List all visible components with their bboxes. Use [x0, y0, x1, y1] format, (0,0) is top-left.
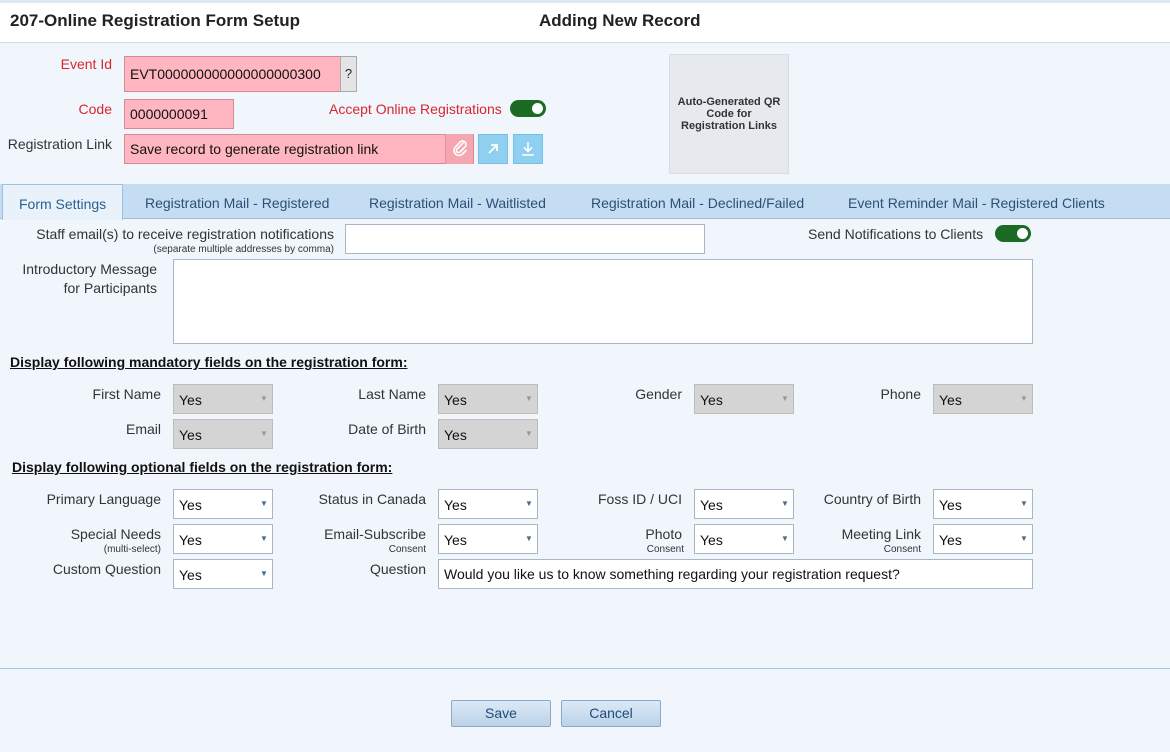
qr-code-text: Auto-Generated QR Code for Registration …: [677, 96, 781, 132]
registration-link-field[interactable]: Save record to generate registration lin…: [124, 134, 474, 164]
special-needs-sub: (multi-select): [103, 544, 161, 555]
first-name-label: First Name: [92, 386, 161, 402]
status-canada-label: Status in Canada: [318, 491, 426, 507]
chevron-down-icon: ▼: [525, 429, 533, 438]
registration-link-label: Registration Link: [7, 136, 112, 152]
select-value: Yes: [179, 427, 202, 443]
mandatory-heading: Display following mandatory fields on th…: [10, 354, 408, 370]
intro-message-label-2: for Participants: [63, 280, 157, 296]
chevron-down-icon: ▼: [260, 499, 268, 508]
accept-online-toggle[interactable]: [510, 100, 546, 117]
cancel-button[interactable]: Cancel: [561, 700, 661, 727]
email-subscribe-select[interactable]: Yes ▼: [438, 524, 538, 554]
app-title: 207-Online Registration Form Setup: [10, 11, 300, 30]
select-value: Yes: [939, 497, 962, 513]
tab-form-settings[interactable]: Form Settings: [2, 184, 124, 220]
gender-label: Gender: [635, 386, 682, 402]
event-id-help-button[interactable]: ?: [340, 56, 357, 92]
primary-language-select[interactable]: Yes ▼: [173, 489, 273, 519]
select-value: Yes: [444, 532, 467, 548]
question-input[interactable]: Would you like us to know something rega…: [438, 559, 1033, 589]
qr-code-placeholder: Auto-Generated QR Code for Registration …: [669, 54, 789, 174]
save-button[interactable]: Save: [451, 700, 551, 727]
country-birth-select[interactable]: Yes ▼: [933, 489, 1033, 519]
status-canada-select[interactable]: Yes ▼: [438, 489, 538, 519]
select-value: Yes: [179, 532, 202, 548]
staff-email-input[interactable]: [345, 224, 705, 254]
select-value: Yes: [700, 532, 723, 548]
custom-question-select[interactable]: Yes ▼: [173, 559, 273, 589]
email-label: Email: [125, 421, 161, 437]
email-subscribe-label: Email-Subscribe: [324, 526, 426, 542]
toggle-knob: [1017, 228, 1028, 239]
tab-mail-registered[interactable]: Registration Mail - Registered: [145, 184, 329, 219]
custom-question-label: Custom Question: [52, 561, 161, 577]
select-value: Yes: [700, 497, 723, 513]
arrow-up-right-icon[interactable]: [478, 134, 508, 164]
tab-reminder-mail[interactable]: Event Reminder Mail - Registered Clients: [848, 184, 1105, 219]
select-value: Yes: [444, 392, 467, 408]
staff-email-label: Staff email(s) to receive registration n…: [36, 226, 334, 242]
last-name-label: Last Name: [358, 386, 426, 402]
chevron-down-icon: ▼: [260, 534, 268, 543]
tab-bar: Form Settings Registration Mail - Regist…: [0, 184, 1170, 220]
chevron-down-icon: ▼: [1020, 394, 1028, 403]
select-value: Yes: [179, 497, 202, 513]
email-select: Yes ▼: [173, 419, 273, 449]
toggle-knob: [532, 103, 543, 114]
photo-sub: Consent: [646, 544, 684, 555]
code-field[interactable]: 0000000091: [124, 99, 234, 129]
primary-language-label: Primary Language: [46, 491, 161, 507]
select-value: Yes: [939, 532, 962, 548]
chevron-down-icon: ▼: [260, 394, 268, 403]
dob-label: Date of Birth: [348, 421, 426, 437]
send-notifications-label: Send Notifications to Clients: [808, 226, 984, 242]
chevron-down-icon: ▼: [260, 569, 268, 578]
tab-mail-declined[interactable]: Registration Mail - Declined/Failed: [591, 184, 804, 219]
first-name-select: Yes ▼: [173, 384, 273, 414]
foss-id-label: Foss ID / UCI: [597, 491, 682, 507]
phone-label: Phone: [880, 386, 921, 402]
header-bar: 207-Online Registration Form Setup Addin…: [0, 3, 1170, 43]
optional-heading: Display following optional fields on the…: [12, 459, 393, 475]
footer-divider: [0, 668, 1170, 669]
special-needs-select[interactable]: Yes ▼: [173, 524, 273, 554]
accept-online-label: Accept Online Registrations: [329, 101, 502, 117]
staff-email-note: (separate multiple addresses by comma): [153, 244, 334, 255]
paperclip-icon[interactable]: [445, 134, 473, 164]
dob-select: Yes ▼: [438, 419, 538, 449]
special-needs-label: Special Needs: [70, 526, 161, 542]
chevron-down-icon: ▼: [260, 429, 268, 438]
mode-title: Adding New Record: [539, 11, 701, 30]
country-birth-label: Country of Birth: [823, 491, 921, 507]
event-id-label: Event Id: [60, 56, 112, 72]
chevron-down-icon: ▼: [1020, 499, 1028, 508]
photo-label: Photo: [645, 526, 682, 542]
meeting-link-sub: Consent: [883, 544, 921, 555]
chevron-down-icon: ▼: [1020, 534, 1028, 543]
select-value: Yes: [444, 497, 467, 513]
question-label: Question: [369, 561, 426, 577]
email-subscribe-sub: Consent: [388, 544, 426, 555]
code-label: Code: [78, 101, 112, 117]
event-id-field[interactable]: EVT000000000000000000300: [124, 56, 342, 92]
intro-message-textarea[interactable]: [173, 259, 1033, 344]
meeting-link-label: Meeting Link: [841, 526, 921, 542]
tab-mail-waitlisted[interactable]: Registration Mail - Waitlisted: [369, 184, 546, 219]
last-name-select: Yes ▼: [438, 384, 538, 414]
select-value: Yes: [179, 567, 202, 583]
phone-select: Yes ▼: [933, 384, 1033, 414]
send-notifications-toggle[interactable]: [995, 225, 1031, 242]
meeting-link-select[interactable]: Yes ▼: [933, 524, 1033, 554]
intro-message-label-1: Introductory Message: [22, 261, 157, 277]
download-icon[interactable]: [513, 134, 543, 164]
select-value: Yes: [939, 392, 962, 408]
select-value: Yes: [179, 392, 202, 408]
select-value: Yes: [700, 392, 723, 408]
select-value: Yes: [444, 427, 467, 443]
